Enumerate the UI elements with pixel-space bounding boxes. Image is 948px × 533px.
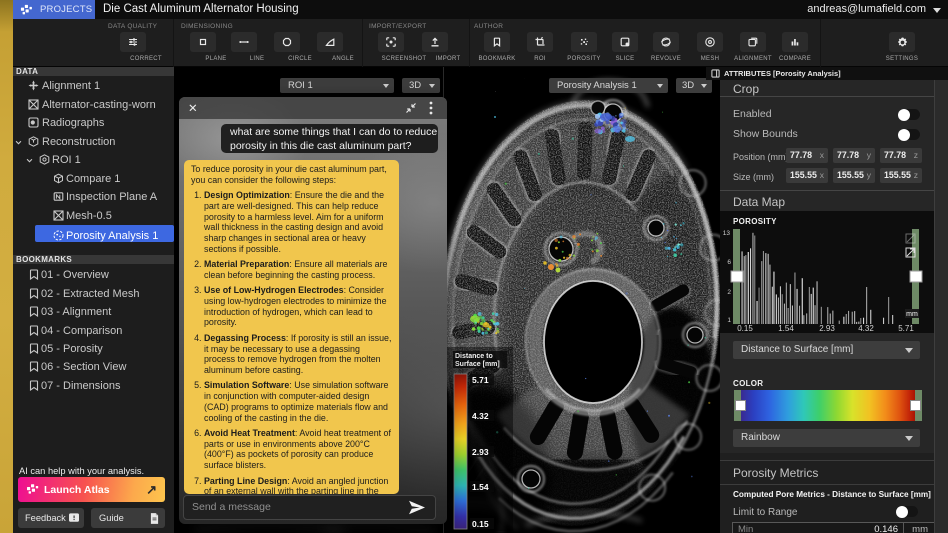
svg-text:1.54: 1.54 xyxy=(778,324,794,333)
svg-text:13: 13 xyxy=(723,230,731,237)
svg-text:2: 2 xyxy=(727,289,731,296)
svg-text:0.15: 0.15 xyxy=(737,324,753,333)
svg-text:0.15: 0.15 xyxy=(472,519,489,529)
svg-text:4.32: 4.32 xyxy=(472,411,489,421)
svg-text:2.93: 2.93 xyxy=(472,447,489,457)
svg-text:Surface [mm]: Surface [mm] xyxy=(455,361,500,368)
svg-text:Distance to: Distance to xyxy=(455,353,493,360)
svg-text:4.32: 4.32 xyxy=(858,324,874,333)
svg-text:2.93: 2.93 xyxy=(819,324,835,333)
svg-text:6: 6 xyxy=(727,259,731,266)
svg-text:5.71: 5.71 xyxy=(898,324,914,333)
svg-text:1: 1 xyxy=(727,317,731,324)
svg-text:1.54: 1.54 xyxy=(472,482,489,492)
svg-text:mm: mm xyxy=(906,311,918,318)
svg-text:5.71: 5.71 xyxy=(472,375,489,385)
